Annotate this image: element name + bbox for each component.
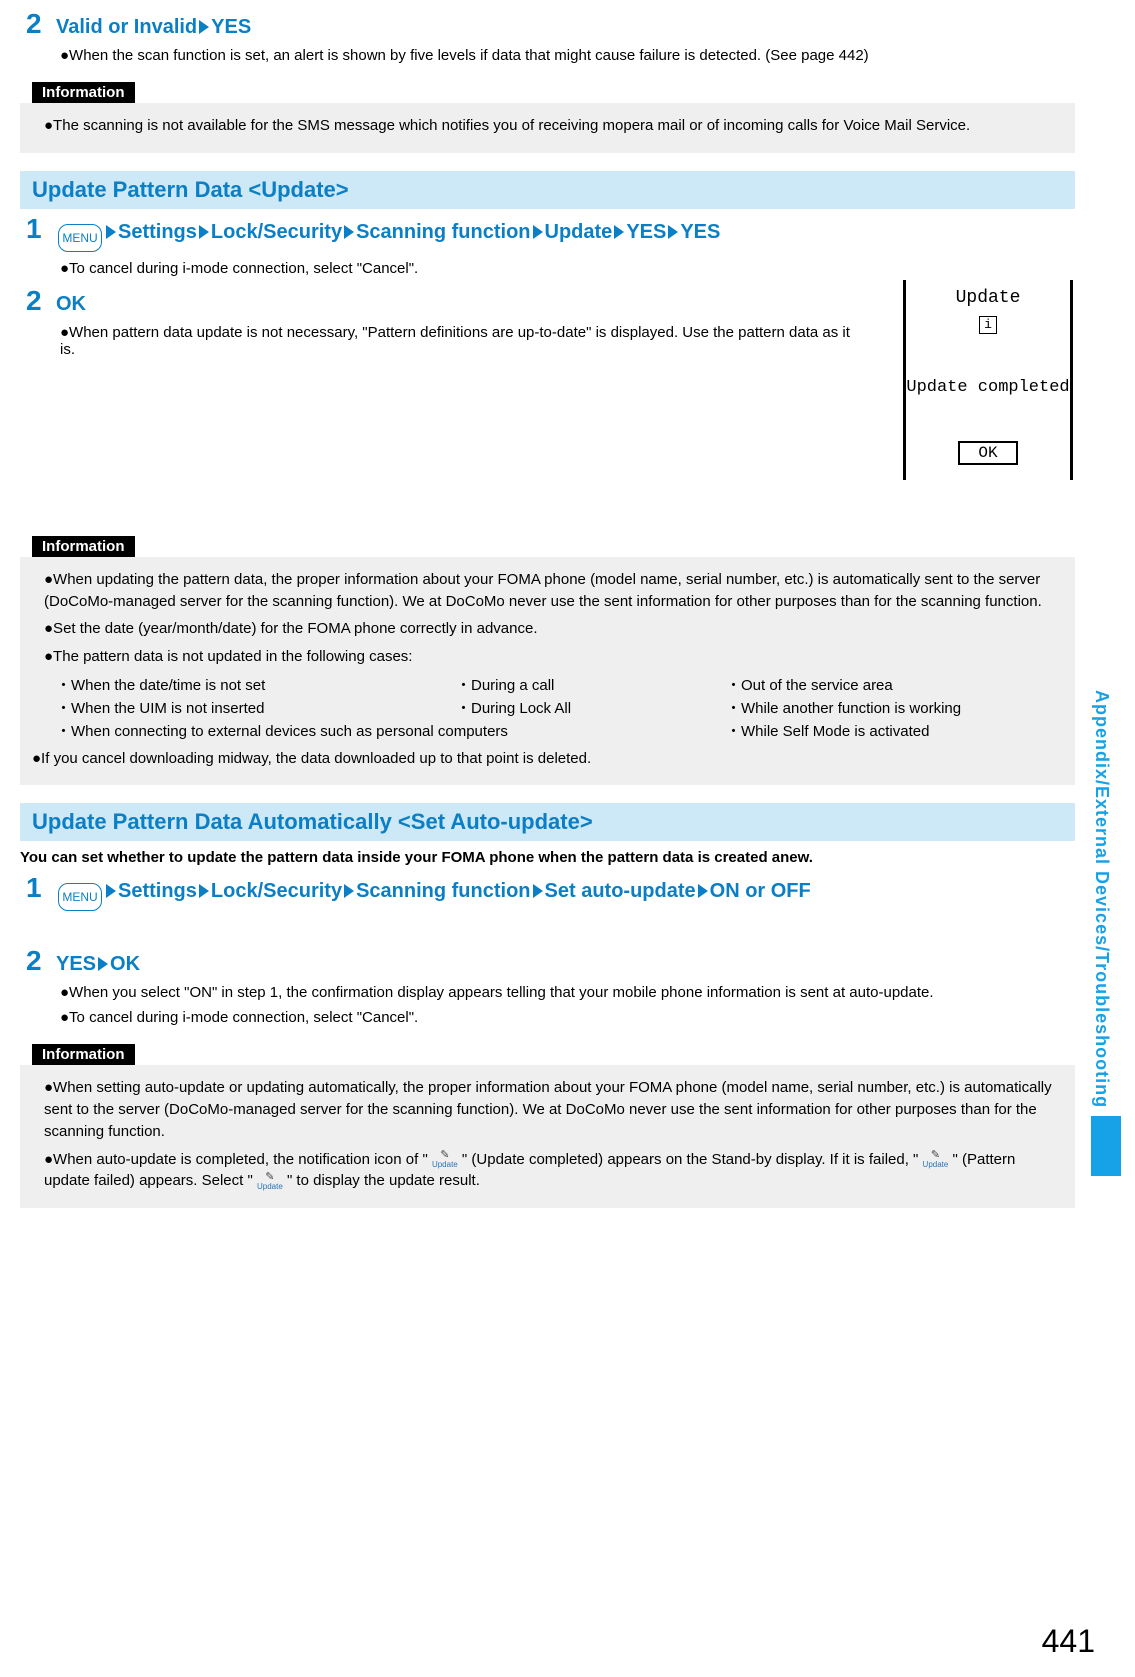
section-tab-label: Appendix/External Devices/Troubleshootin… [1091, 690, 1112, 1108]
arrow-icon [698, 884, 708, 898]
arrow-icon [199, 884, 209, 898]
arrow-icon [98, 957, 108, 971]
information-label: Information [32, 1044, 135, 1065]
breadcrumb-item: YES [56, 953, 96, 975]
info-text: ●The scanning is not available for the S… [44, 115, 1063, 137]
phone-message: Update completed [906, 378, 1070, 397]
list-item: ・When the date/time is not set [56, 674, 446, 697]
info-text: ●When updating the pattern data, the pro… [44, 569, 1063, 613]
arrow-icon [533, 225, 543, 239]
breadcrumb-item: Settings [118, 880, 197, 902]
phone-screenshot: Update i Update completed OK [903, 280, 1073, 480]
breadcrumb-item: Scanning function [356, 880, 530, 902]
body-text: ●When you select "ON" in step 1, the con… [60, 984, 1075, 1001]
section-header-update: Update Pattern Data <Update> [20, 171, 1075, 209]
info-text: ●When auto-update is completed, the noti… [44, 1149, 1063, 1193]
body-text: ●To cancel during i-mode connection, sel… [60, 1009, 1075, 1026]
breadcrumb-item: YES [680, 221, 720, 243]
body-text: ●When the scan function is set, an alert… [60, 47, 1075, 64]
section-header-auto-update: Update Pattern Data Automatically <Set A… [20, 803, 1075, 841]
step-1-update: 1 MENU Settings Lock/Security Scanning func… [20, 215, 1075, 252]
information-box: ●When setting auto-update or updating au… [20, 1065, 1075, 1208]
arrow-icon [344, 884, 354, 898]
breadcrumb-item: OK [110, 953, 140, 975]
menu-icon: MENU [58, 883, 102, 911]
information-label: Information [32, 536, 135, 557]
info-text: ●The pattern data is not updated in the … [44, 646, 1063, 668]
step-title-part: Valid or Invalid [56, 16, 197, 38]
menu-icon: MENU [58, 224, 102, 252]
step-number: 2 [26, 287, 50, 315]
info-text: ●Set the date (year/month/date) for the … [44, 618, 1063, 640]
breadcrumb-item: Lock/Security [211, 880, 342, 902]
arrow-icon [199, 225, 209, 239]
step-1-auto-update: 1 MENU Settings Lock/Security Scanning func… [20, 874, 1075, 911]
list-item: ・Out of the service area [726, 674, 1063, 697]
step-title: YES OK [56, 953, 140, 976]
update-notification-icon: ✎Update [432, 1150, 458, 1169]
breadcrumb-item: Scanning function [356, 221, 530, 243]
step-title: MENU Settings Lock/Security Scanning functi… [56, 221, 720, 252]
phone-ok-button: OK [958, 441, 1018, 465]
information-label: Information [32, 82, 135, 103]
step-number: 1 [26, 874, 50, 902]
info-text: ●If you cancel downloading midway, the d… [32, 748, 1063, 770]
body-text: ●To cancel during i-mode connection, sel… [60, 260, 1075, 277]
info-text: ●When setting auto-update or updating au… [44, 1077, 1063, 1142]
text-fragment: " to display the update result. [287, 1172, 480, 1189]
step-number: 2 [26, 947, 50, 975]
step-2-yes-ok: 2 YES OK [20, 947, 1075, 976]
arrow-icon [199, 20, 209, 34]
body-text: ●When pattern data update is not necessa… [60, 324, 860, 358]
arrow-icon [106, 225, 116, 239]
arrow-icon [668, 225, 678, 239]
list-item: ・During a call [456, 674, 716, 697]
update-failed-icon: ✎Update [923, 1150, 949, 1169]
list-item: ・During Lock All [456, 697, 716, 720]
step-title: MENU Settings Lock/Security Scanning functi… [56, 880, 811, 911]
section-tab: Appendix/External Devices/Troubleshootin… [1091, 690, 1121, 1310]
breadcrumb-item: YES [626, 221, 666, 243]
breadcrumb-item: Update [545, 221, 613, 243]
step-title-part: YES [211, 16, 251, 38]
arrow-icon [614, 225, 624, 239]
info-icon: i [979, 316, 997, 334]
breadcrumb-item: Lock/Security [211, 221, 342, 243]
arrow-icon [533, 884, 543, 898]
section-tab-marker [1091, 1116, 1121, 1176]
arrow-icon [106, 884, 116, 898]
step-title: OK [56, 293, 86, 316]
list-item: ・When the UIM is not inserted [56, 697, 446, 720]
step-2-valid-invalid: 2 Valid or Invalid YES [20, 10, 1075, 39]
breadcrumb-item: ON or OFF [710, 880, 811, 902]
step-number: 1 [26, 215, 50, 243]
arrow-icon [344, 225, 354, 239]
text-fragment: ●When auto-update is completed, the noti… [44, 1151, 428, 1168]
list-item: ・While Self Mode is activated [726, 720, 1063, 743]
list-item: ・When connecting to external devices suc… [56, 720, 716, 743]
update-notification-icon: ✎Update [257, 1172, 283, 1191]
text-fragment: " (Update completed) appears on the Stan… [462, 1151, 918, 1168]
step-title: Valid or Invalid YES [56, 16, 251, 39]
list-item: ・While another function is working [726, 697, 1063, 720]
page-number: 441 [1042, 1623, 1095, 1660]
section-subtitle: You can set whether to update the patter… [20, 849, 1075, 866]
step-number: 2 [26, 10, 50, 38]
information-box: ●When updating the pattern data, the pro… [20, 557, 1075, 786]
information-box: ●The scanning is not available for the S… [20, 103, 1075, 153]
breadcrumb-item: Set auto-update [545, 880, 696, 902]
phone-title: Update [906, 288, 1070, 308]
breadcrumb-item: Settings [118, 221, 197, 243]
